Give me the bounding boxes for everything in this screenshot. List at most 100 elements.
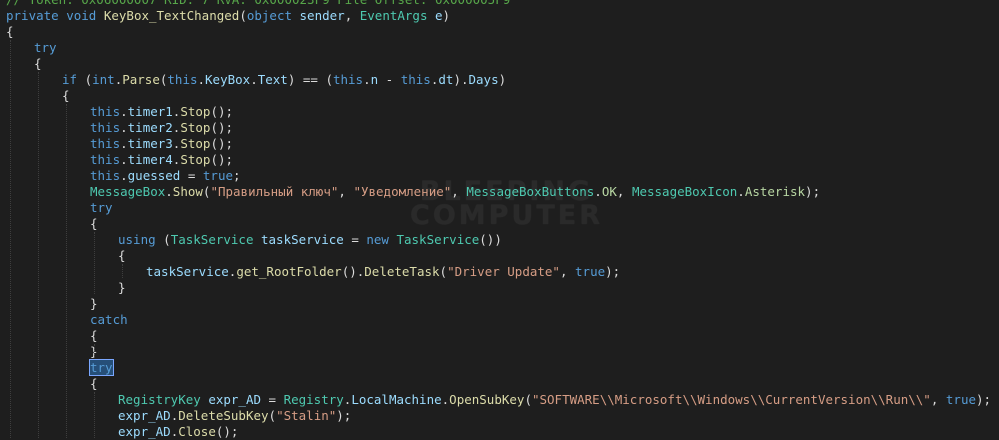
- code-token: try: [34, 40, 57, 55]
- code-line[interactable]: private void KeyBox_TextChanged(object s…: [6, 8, 450, 24]
- code-line[interactable]: try: [89, 359, 114, 376]
- code-token: );: [976, 392, 992, 407]
- code-line[interactable]: this.timer3.Stop();: [90, 136, 233, 152]
- code-token: true: [945, 392, 976, 407]
- code-token: {: [6, 24, 14, 39]
- code-token: this: [90, 152, 121, 167]
- code-token: }: [90, 296, 98, 311]
- code-token: expr_AD: [208, 392, 261, 407]
- code-token: ,: [559, 264, 576, 279]
- code-token: );: [605, 264, 621, 279]
- code-token: this: [400, 72, 431, 87]
- code-token: e: [435, 8, 443, 23]
- code-line[interactable]: {: [34, 56, 42, 72]
- code-line[interactable]: {: [62, 88, 70, 104]
- code-token: DeleteSubKey: [178, 408, 269, 423]
- code-token: ,: [451, 184, 467, 199]
- code-token: (: [84, 72, 93, 87]
- code-token: KeyBox: [205, 72, 251, 87]
- indent-guide: [10, 40, 11, 438]
- code-token: .: [250, 72, 258, 87]
- code-line[interactable]: expr_AD.DeleteSubKey("Stalin");: [118, 408, 351, 424]
- code-token: ) == (: [287, 72, 333, 87]
- code-line[interactable]: try: [90, 200, 113, 216]
- code-token: timer4: [127, 152, 173, 167]
- code-token: -: [378, 72, 401, 87]
- code-line[interactable]: {: [90, 328, 98, 344]
- code-line[interactable]: if (int.Parse(this.KeyBox.Text) == (this…: [62, 72, 506, 88]
- code-token: Stop: [180, 152, 211, 167]
- code-line[interactable]: {: [90, 216, 98, 232]
- code-token: EventArgs: [359, 8, 436, 23]
- code-token: "Stalin": [276, 408, 337, 423]
- code-token: .: [170, 424, 179, 439]
- code-token: try: [90, 200, 113, 215]
- code-line[interactable]: this.timer4.Stop();: [90, 152, 233, 168]
- code-token: Stop: [180, 104, 211, 119]
- code-token: expr_AD: [118, 408, 171, 423]
- code-token: this: [90, 120, 121, 135]
- code-token: Text: [257, 72, 288, 87]
- code-line[interactable]: catch: [90, 312, 128, 328]
- code-token: object: [246, 8, 300, 23]
- code-token: ,: [616, 184, 632, 199]
- code-token: "Правильный ключ": [210, 184, 339, 199]
- code-token: TaskService: [170, 232, 261, 247]
- code-line[interactable]: this.timer1.Stop();: [90, 104, 233, 120]
- code-token: (: [268, 408, 277, 423]
- indent-guide: [122, 264, 123, 278]
- code-token: ,: [338, 184, 354, 199]
- code-token: int: [92, 72, 115, 87]
- code-token: this: [90, 104, 121, 119]
- code-token: timer2: [127, 120, 173, 135]
- code-editor[interactable]: BLEEPING COMPUTER // Token: 0x06000007 R…: [0, 0, 999, 439]
- code-line[interactable]: {: [6, 24, 14, 40]
- code-token: get_RootFolder: [236, 264, 342, 279]
- code-token: ().: [341, 264, 365, 279]
- indent-guide: [66, 104, 67, 438]
- code-token: );: [805, 184, 821, 199]
- code-line[interactable]: RegistryKey expr_AD = Registry.LocalMach…: [118, 392, 991, 408]
- code-token: .: [120, 120, 128, 135]
- code-token: {: [90, 216, 98, 231]
- code-token: ();: [215, 424, 239, 439]
- code-line[interactable]: // Token: 0x06000007 RID: 7 RVA: 0x00002…: [6, 0, 510, 8]
- code-token: using: [118, 232, 164, 247]
- code-token: Show: [172, 184, 203, 199]
- code-token: expr_AD: [118, 424, 171, 439]
- code-token: Stop: [180, 136, 211, 151]
- code-line[interactable]: taskService.get_RootFolder().DeleteTask(…: [146, 264, 620, 280]
- code-token: dt: [438, 72, 454, 87]
- code-line[interactable]: using (TaskService taskService = new Tas…: [118, 232, 502, 248]
- code-line[interactable]: }: [90, 296, 98, 312]
- code-token: this: [167, 72, 198, 87]
- code-token: =: [261, 392, 284, 407]
- code-line[interactable]: {: [90, 376, 98, 392]
- code-line[interactable]: expr_AD.Close();: [118, 424, 238, 440]
- code-token: {: [90, 328, 98, 343]
- code-token: true: [202, 168, 234, 183]
- code-line[interactable]: this.timer2.Stop();: [90, 120, 233, 136]
- code-token: LocalMachine: [351, 392, 442, 407]
- code-token: ;: [233, 168, 241, 183]
- code-line[interactable]: }: [118, 280, 126, 296]
- code-token: {: [118, 248, 126, 263]
- code-token: RegistryKey: [118, 392, 209, 407]
- code-token: .: [120, 136, 128, 151]
- code-token: {: [34, 56, 42, 71]
- code-token: MessageBox: [90, 184, 166, 199]
- code-line[interactable]: MessageBox.Show("Правильный ключ", "Увед…: [90, 184, 820, 200]
- code-token: MessageBoxIcon: [631, 184, 738, 199]
- code-line[interactable]: {: [118, 248, 126, 264]
- code-token: .: [120, 168, 128, 183]
- code-token: true: [575, 264, 606, 279]
- code-token: Days: [468, 72, 499, 87]
- code-token: .: [197, 72, 206, 87]
- code-line[interactable]: this.guessed = true;: [90, 168, 241, 184]
- code-token: guessed: [127, 168, 181, 183]
- code-token: (: [239, 8, 247, 23]
- code-line[interactable]: try: [34, 40, 57, 56]
- code-token: "Driver Update": [447, 264, 560, 279]
- code-token: Close: [178, 424, 216, 439]
- code-token: );: [336, 408, 352, 423]
